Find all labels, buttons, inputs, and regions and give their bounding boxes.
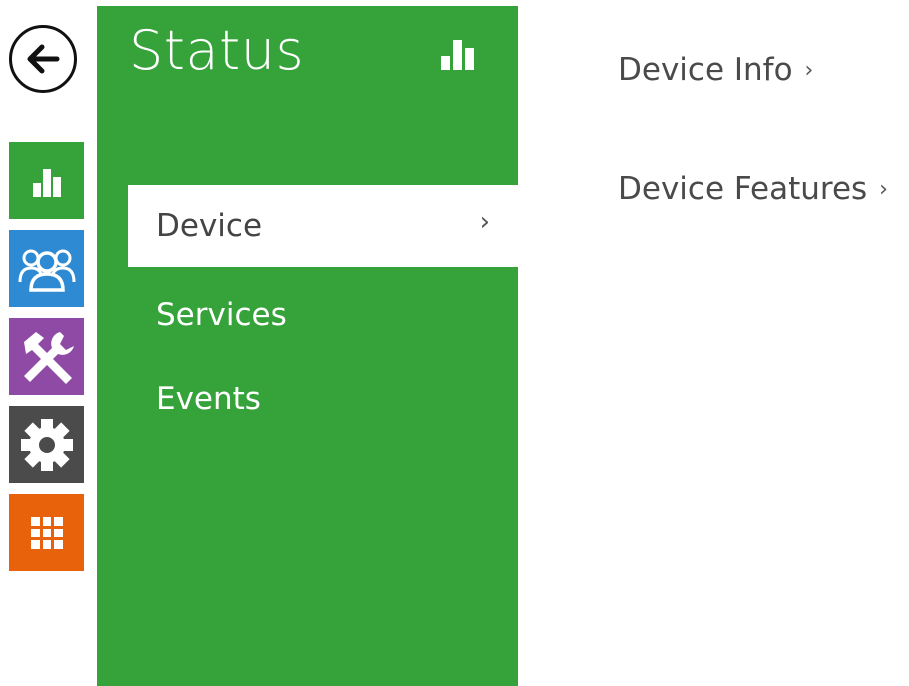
tools-icon bbox=[23, 331, 74, 384]
panel-title: Status bbox=[129, 19, 305, 82]
device-info-link[interactable]: Device Info › bbox=[618, 52, 813, 88]
rail-item-system[interactable] bbox=[9, 406, 84, 483]
nav-item-label: Device bbox=[156, 208, 263, 244]
chevron-right-icon: › bbox=[879, 176, 888, 202]
link-label: Device Features bbox=[618, 171, 868, 207]
arrow-left-icon bbox=[27, 44, 60, 74]
nav-item-label: Services bbox=[156, 297, 287, 333]
rail-item-hardware[interactable] bbox=[9, 318, 84, 395]
nav-item-events[interactable]: Events bbox=[128, 358, 518, 440]
status-panel: Status Device › Services Events bbox=[97, 6, 518, 686]
rail-item-status[interactable] bbox=[9, 142, 84, 219]
link-label: Device Info bbox=[618, 52, 793, 88]
gear-icon bbox=[20, 418, 73, 471]
chevron-right-icon: › bbox=[804, 57, 814, 83]
users-icon bbox=[18, 249, 75, 292]
bar-chart-icon bbox=[441, 40, 474, 70]
chevron-right-icon: › bbox=[479, 207, 490, 237]
nav-item-services[interactable]: Services bbox=[128, 274, 518, 356]
rail-item-directory[interactable] bbox=[9, 230, 84, 307]
back-button[interactable] bbox=[9, 25, 77, 93]
nav-item-label: Events bbox=[156, 381, 261, 417]
bar-chart-icon bbox=[32, 168, 61, 197]
nav-item-device[interactable]: Device › bbox=[128, 185, 518, 267]
device-features-link[interactable]: Device Features › bbox=[618, 171, 888, 207]
grid-icon bbox=[30, 516, 63, 549]
rail-item-services[interactable] bbox=[9, 494, 84, 571]
